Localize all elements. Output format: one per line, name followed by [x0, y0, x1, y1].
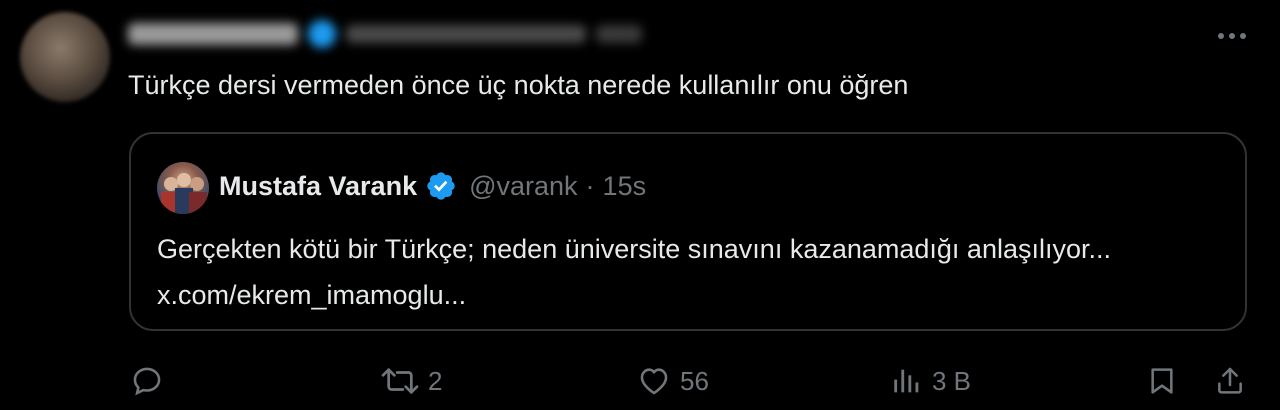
author-avatar[interactable] [20, 12, 110, 102]
author-name-blurred[interactable] [128, 23, 298, 45]
quoted-tweet-time[interactable]: 15s [603, 171, 647, 202]
group-photo-icon [161, 173, 207, 214]
reply-button[interactable] [130, 364, 172, 398]
tweet-action-bar: 2 56 3 B [0, 360, 1280, 408]
views-button[interactable]: 3 B [890, 364, 971, 398]
author-header-blurred [128, 20, 642, 48]
share-button[interactable] [1214, 364, 1246, 398]
retweet-icon [381, 368, 419, 394]
heart-icon [640, 368, 668, 395]
quoted-tweet-header: Mustafa Varank @varank · 15s [219, 170, 646, 202]
author-handle-blurred[interactable] [346, 25, 586, 43]
quoted-author-avatar[interactable] [157, 162, 209, 214]
quoted-tweet-card[interactable]: Mustafa Varank @varank · 15s Gerçekten k… [129, 132, 1247, 331]
separator-dot: · [585, 170, 595, 201]
quoted-tweet-text: Gerçekten kötü bir Türkçe; neden ünivers… [157, 234, 1112, 310]
more-horizontal-icon [1218, 33, 1246, 39]
quoted-author-handle[interactable]: @varank [469, 171, 577, 202]
reply-icon [133, 367, 161, 396]
retweet-button[interactable]: 2 [380, 364, 442, 398]
bookmark-button[interactable] [1146, 364, 1178, 398]
views-chart-icon [894, 369, 919, 393]
verified-badge-icon [308, 20, 336, 48]
more-options-button[interactable] [1214, 22, 1250, 50]
like-count: 56 [680, 365, 709, 396]
views-count: 3 B [932, 365, 972, 396]
bookmark-icon [1151, 368, 1173, 394]
tweet-text: Türkçe dersi vermeden önce üç nokta nere… [128, 70, 909, 100]
retweet-count: 2 [428, 365, 443, 396]
tweet-time-blurred[interactable] [596, 25, 642, 43]
share-icon [1218, 367, 1242, 394]
quoted-author-name[interactable]: Mustafa Varank [219, 171, 417, 202]
verified-badge-icon [427, 172, 455, 200]
like-button[interactable]: 56 [636, 364, 709, 398]
